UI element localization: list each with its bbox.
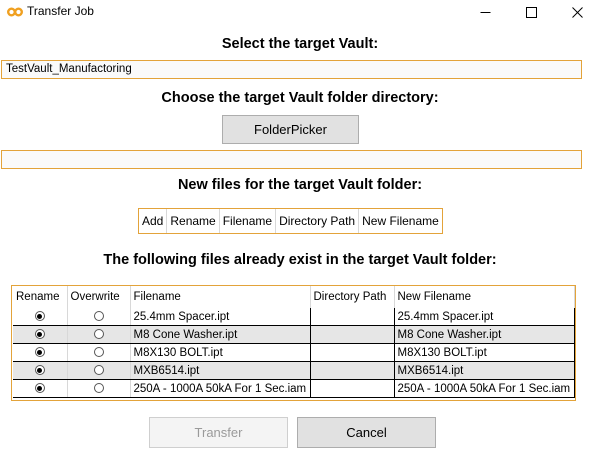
cancel-button[interactable]: Cancel <box>297 417 436 448</box>
vault-selector[interactable]: TestVault_Manufactoring <box>1 60 582 79</box>
table-row[interactable]: MXB6514.ipt MXB6514.ipt <box>13 361 575 380</box>
directory-path-cell[interactable] <box>310 308 395 326</box>
overwrite-radio[interactable] <box>93 329 104 340</box>
filename-cell[interactable]: M8X130 BOLT.ipt <box>130 343 311 362</box>
rename-radio-cell[interactable] <box>13 325 68 344</box>
table-row[interactable]: 250A - 1000A 50kA For 1 Sec.iam 250A - 10… <box>13 379 575 398</box>
folder-path-field[interactable] <box>1 150 582 169</box>
overwrite-radio-cell[interactable] <box>67 343 131 362</box>
new-filename-cell[interactable]: M8X130 BOLT.ipt <box>394 343 575 362</box>
directory-path-cell[interactable] <box>310 379 395 398</box>
overwrite-radio-cell[interactable] <box>67 325 131 344</box>
select-vault-heading: Select the target Vault: <box>221 36 379 52</box>
rename-radio[interactable] <box>34 383 45 394</box>
column-header-new-filename[interactable]: New Filename <box>394 286 575 308</box>
rename-radio[interactable] <box>34 329 45 340</box>
rename-radio[interactable] <box>34 365 45 376</box>
maximize-icon <box>525 6 537 18</box>
rename-radio-cell[interactable] <box>13 361 68 380</box>
rename-radio-cell[interactable] <box>13 343 68 362</box>
column-header-filename[interactable]: Filename <box>220 209 277 233</box>
column-header-add[interactable]: Add <box>139 209 168 233</box>
column-header-new-filename[interactable]: New Filename <box>359 209 442 233</box>
overwrite-radio[interactable] <box>93 365 104 376</box>
table-header-row: Rename Overwrite Filename Directory Path… <box>13 286 575 308</box>
column-header-directory-path[interactable]: Directory Path <box>276 209 360 233</box>
maximize-button[interactable] <box>508 0 554 24</box>
new-files-heading: New files for the target Vault folder: <box>177 177 423 193</box>
column-header-overwrite[interactable]: Overwrite <box>67 286 131 308</box>
column-header-filename[interactable]: Filename <box>130 286 311 308</box>
new-files-table-header: Add Rename Filename Directory Path New F… <box>138 208 443 234</box>
new-filename-cell[interactable]: MXB6514.ipt <box>394 361 575 380</box>
overwrite-radio-cell[interactable] <box>67 361 131 380</box>
directory-path-cell[interactable] <box>310 343 395 362</box>
overwrite-radio[interactable] <box>93 311 104 322</box>
rename-radio[interactable] <box>34 311 45 322</box>
table-row[interactable]: M8X130 BOLT.ipt M8X130 BOLT.ipt <box>13 343 575 362</box>
rename-radio[interactable] <box>34 347 45 358</box>
window-title: Transfer Job <box>27 4 94 18</box>
filename-cell[interactable]: 250A - 1000A 50kA For 1 Sec.iam <box>130 379 311 398</box>
title-bar: Transfer Job <box>0 0 600 24</box>
folder-picker-button[interactable]: FolderPicker <box>222 115 359 144</box>
new-filename-cell[interactable]: 250A - 1000A 50kA For 1 Sec.iam <box>394 379 575 398</box>
column-header-directory-path[interactable]: Directory Path <box>310 286 395 308</box>
overwrite-radio-cell[interactable] <box>67 308 131 326</box>
close-icon <box>571 6 583 18</box>
filename-cell[interactable]: MXB6514.ipt <box>130 361 311 380</box>
table-row[interactable]: 25.4mm Spacer.ipt 25.4mm Spacer.ipt <box>13 308 575 326</box>
rename-radio-cell[interactable] <box>13 308 68 326</box>
transfer-button[interactable]: Transfer <box>149 417 288 448</box>
overwrite-radio[interactable] <box>93 383 104 394</box>
new-filename-cell[interactable]: M8 Cone Washer.ipt <box>394 325 575 344</box>
overwrite-radio-cell[interactable] <box>67 379 131 398</box>
new-filename-cell[interactable]: 25.4mm Spacer.ipt <box>394 308 575 326</box>
filename-cell[interactable]: 25.4mm Spacer.ipt <box>130 308 311 326</box>
overwrite-radio[interactable] <box>93 347 104 358</box>
existing-files-table: Rename Overwrite Filename Directory Path… <box>11 285 576 401</box>
column-header-rename[interactable]: Rename <box>13 286 68 308</box>
choose-folder-heading: Choose the target Vault folder directory… <box>161 90 439 106</box>
close-button[interactable] <box>554 0 600 24</box>
directory-path-cell[interactable] <box>310 325 395 344</box>
app-logo-icon <box>7 7 23 17</box>
column-header-rename[interactable]: Rename <box>167 209 220 233</box>
table-row[interactable]: M8 Cone Washer.ipt M8 Cone Washer.ipt <box>13 325 575 344</box>
filename-cell[interactable]: M8 Cone Washer.ipt <box>130 325 311 344</box>
existing-files-heading: The following files already exist in the… <box>103 252 497 268</box>
minimize-icon <box>480 11 490 13</box>
rename-radio-cell[interactable] <box>13 379 68 398</box>
minimize-button[interactable] <box>462 0 508 24</box>
directory-path-cell[interactable] <box>310 361 395 380</box>
